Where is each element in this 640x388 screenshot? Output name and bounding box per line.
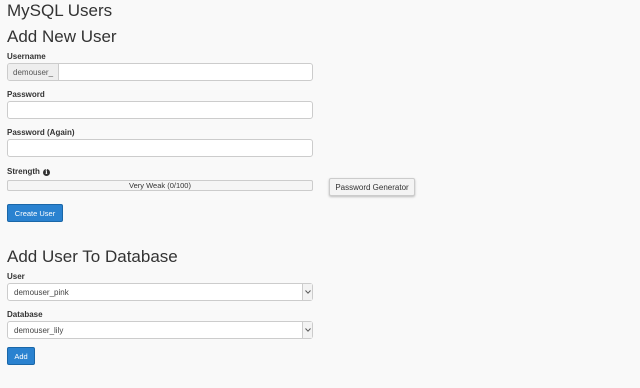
user-label: User — [7, 272, 25, 281]
password-again-input[interactable] — [7, 139, 313, 157]
username-label: Username — [7, 52, 46, 61]
add-new-user-heading: Add New User — [7, 27, 117, 46]
strength-label-row: Strength i — [7, 167, 50, 176]
password-input[interactable] — [7, 101, 313, 119]
password-strength-meter: Very Weak (0/100) — [7, 180, 313, 191]
username-input[interactable] — [59, 64, 312, 80]
username-prefix: demouser_ — [8, 64, 60, 80]
create-user-button[interactable]: Create User — [7, 204, 63, 222]
page-title: MySQL Users — [7, 1, 113, 20]
password-again-label: Password (Again) — [7, 128, 75, 137]
strength-text: Very Weak (0/100) — [129, 181, 191, 190]
info-circle-icon[interactable]: i — [42, 169, 50, 176]
password-generator-button[interactable]: Password Generator — [329, 178, 415, 196]
username-input-group: demouser_ — [7, 63, 313, 81]
user-select-value: demouser_pink — [14, 287, 69, 297]
strength-label: Strength — [7, 167, 40, 176]
chevron-down-icon — [302, 284, 312, 300]
password-label: Password — [7, 90, 45, 99]
add-user-to-database-heading: Add User To Database — [7, 247, 178, 266]
mysql-users-page: MySQL Users Add New User Username demous… — [0, 0, 640, 388]
database-select[interactable]: demouser_lily — [7, 321, 313, 339]
database-select-value: demouser_lily — [14, 325, 64, 335]
database-label: Database — [7, 310, 43, 319]
user-select[interactable]: demouser_pink — [7, 283, 313, 301]
add-button[interactable]: Add — [7, 347, 35, 365]
chevron-down-icon — [302, 322, 312, 338]
